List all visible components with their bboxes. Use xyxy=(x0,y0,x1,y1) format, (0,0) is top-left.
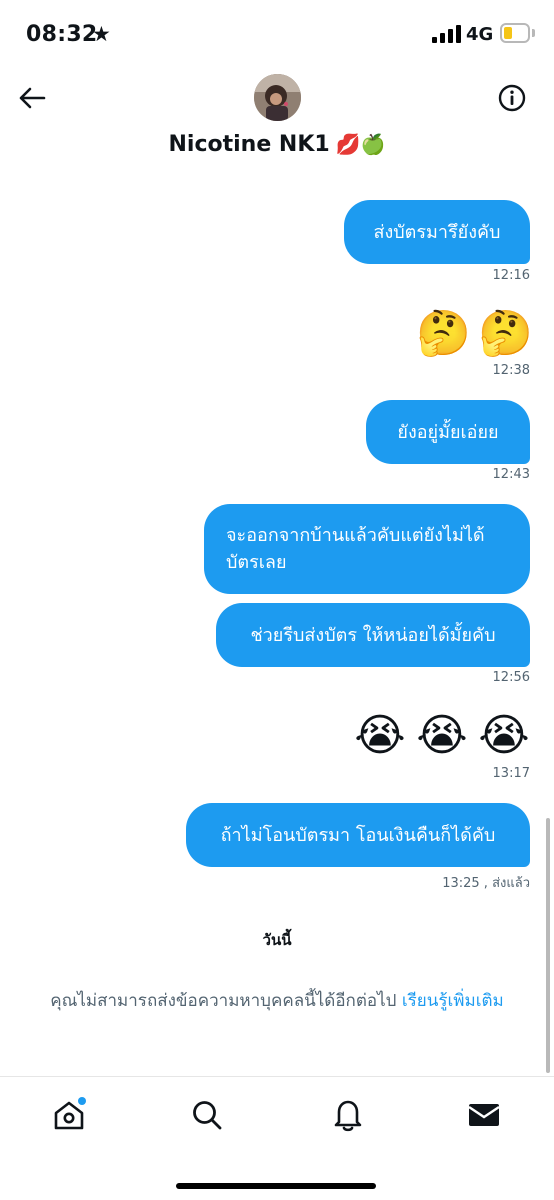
battery-cap xyxy=(532,29,535,37)
message-bubble[interactable]: ส่งบัตรมารึยังคับ xyxy=(344,200,530,264)
message-timestamp: 12:56 xyxy=(492,670,530,685)
tab-notifications[interactable] xyxy=(328,1095,368,1135)
home-icon xyxy=(54,1097,86,1130)
tab-bar xyxy=(0,1076,554,1200)
notification-dot xyxy=(78,1097,86,1105)
date-divider: วันนี้ xyxy=(262,931,292,949)
emoji-thinking: 🤔 xyxy=(416,308,471,359)
star-icon: ★ xyxy=(92,22,111,46)
emoji-crying: 😭 xyxy=(416,710,468,761)
status-time: 08:32 xyxy=(26,22,98,47)
home-indicator xyxy=(176,1183,376,1189)
message-bubble[interactable]: ช่วยรีบส่งบัตร ให้หน่อยได้มั้ยคับ xyxy=(216,603,530,667)
tab-search[interactable] xyxy=(187,1095,227,1135)
arrow-left-icon xyxy=(19,87,46,109)
status-bar: 08:32 ★ 4G xyxy=(0,0,554,70)
message-bubble[interactable]: ถ้าไม่โอนบัตรมา โอนเงินคืนก็ได้คับ xyxy=(186,803,530,867)
signal-icon xyxy=(432,25,462,43)
network-label: 4G xyxy=(466,24,494,45)
blocked-notice: คุณไม่สามารถส่งข้อความหาบุคคลนี้ได้อีกต่… xyxy=(0,987,554,1014)
learn-more-link[interactable]: เรียนรู้เพิ่มเติม xyxy=(402,991,504,1011)
contact-name-text: Nicotine NK1 xyxy=(168,132,330,157)
message-bubble[interactable]: ยังอยู่มั้ยเอ่ยย xyxy=(366,400,530,464)
blocked-notice-text: คุณไม่สามารถส่งข้อความหาบุคคลนี้ได้อีกต่… xyxy=(50,991,397,1011)
info-button[interactable] xyxy=(494,80,530,116)
name-emojis: 💋🍏 xyxy=(335,132,386,156)
emoji-thinking: 🤔 xyxy=(478,308,533,359)
tab-home[interactable] xyxy=(49,1095,89,1135)
emoji-crying: 😭 xyxy=(354,710,406,761)
avatar[interactable] xyxy=(254,74,301,121)
battery-level xyxy=(504,27,512,39)
contact-name: Nicotine NK1 💋🍏 xyxy=(0,132,554,157)
tab-messages[interactable] xyxy=(464,1095,504,1135)
message-timestamp: 13:17 xyxy=(492,766,530,781)
avatar-photo xyxy=(254,74,301,121)
message-bubble[interactable]: จะออกจากบ้านแล้วคับแต่ยังไม่ได้ บัตรเลย xyxy=(204,504,530,594)
battery-icon xyxy=(500,23,530,43)
info-circle-icon xyxy=(498,84,526,112)
message-timestamp: 12:16 xyxy=(492,268,530,283)
search-icon xyxy=(193,1101,222,1130)
mail-icon xyxy=(468,1104,500,1126)
emoji-message[interactable]: 😭 😭 😭 xyxy=(354,710,530,762)
back-button[interactable] xyxy=(14,80,50,116)
message-line: จะออกจากบ้านแล้วคับแต่ยังไม่ได้ xyxy=(226,525,485,546)
bell-icon xyxy=(334,1100,362,1132)
message-status: 13:25 , ส่งแล้ว xyxy=(442,876,530,891)
emoji-message[interactable]: 🤔 🤔 xyxy=(416,308,533,360)
message-line: บัตรเลย xyxy=(226,552,287,573)
emoji-crying: 😭 xyxy=(478,710,530,761)
message-timestamp: 12:43 xyxy=(492,467,530,482)
message-timestamp: 12:38 xyxy=(492,363,530,378)
